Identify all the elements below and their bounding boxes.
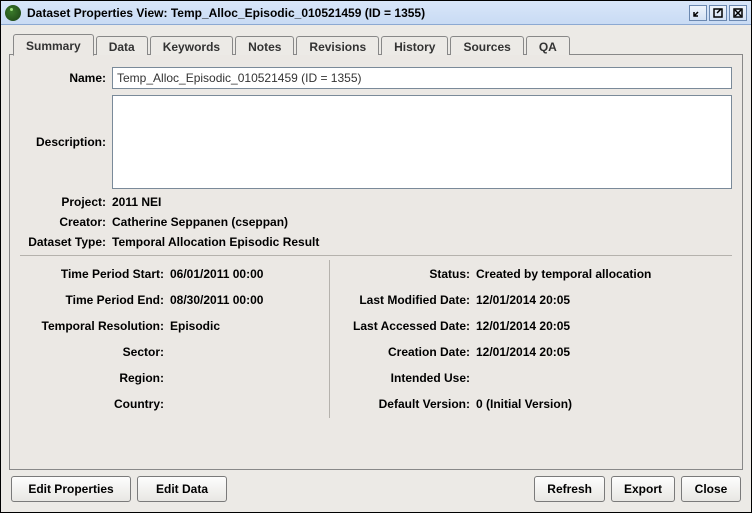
intended-use-label: Intended Use: xyxy=(336,371,476,385)
status-value: Created by temporal allocation xyxy=(476,267,732,281)
tab-revisions[interactable]: Revisions xyxy=(296,36,379,55)
content-area: Summary Data Keywords Notes Revisions Hi… xyxy=(1,25,751,512)
dataset-type-label: Dataset Type: xyxy=(20,235,112,249)
status-label: Status: xyxy=(336,267,476,281)
creation-date-label: Creation Date: xyxy=(336,345,476,359)
last-modified-label: Last Modified Date: xyxy=(336,293,476,307)
close-button[interactable]: Close xyxy=(681,476,741,502)
export-button[interactable]: Export xyxy=(611,476,675,502)
close-icon[interactable] xyxy=(729,5,747,21)
sector-label: Sector: xyxy=(20,345,170,359)
detail-grid: Time Period Start:06/01/2011 00:00 Time … xyxy=(20,260,732,418)
divider xyxy=(20,255,732,256)
description-input[interactable] xyxy=(112,95,732,189)
tab-qa[interactable]: QA xyxy=(526,36,570,55)
app-icon xyxy=(5,5,21,21)
tab-history[interactable]: History xyxy=(381,36,448,55)
name-input[interactable] xyxy=(112,67,732,89)
temporal-res-label: Temporal Resolution: xyxy=(20,319,170,333)
maximize-icon[interactable] xyxy=(709,5,727,21)
time-end-label: Time Period End: xyxy=(20,293,170,307)
default-version-value: 0 (Initial Version) xyxy=(476,397,732,411)
detail-col-left: Time Period Start:06/01/2011 00:00 Time … xyxy=(20,260,330,418)
tab-summary[interactable]: Summary xyxy=(13,34,94,56)
time-start-value: 06/01/2011 00:00 xyxy=(170,267,323,281)
tab-data[interactable]: Data xyxy=(96,36,148,55)
project-label: Project: xyxy=(20,195,112,209)
creator-value: Catherine Seppanen (cseppan) xyxy=(112,215,732,229)
tab-notes[interactable]: Notes xyxy=(235,36,294,55)
dataset-type-value: Temporal Allocation Episodic Result xyxy=(112,235,732,249)
button-bar: Edit Properties Edit Data Refresh Export… xyxy=(9,470,743,504)
tab-sources[interactable]: Sources xyxy=(450,36,523,55)
tabs: Summary Data Keywords Notes Revisions Hi… xyxy=(9,33,743,55)
tab-keywords[interactable]: Keywords xyxy=(150,36,233,55)
time-end-value: 08/30/2011 00:00 xyxy=(170,293,323,307)
region-label: Region: xyxy=(20,371,170,385)
name-label: Name: xyxy=(20,71,112,85)
window-title: Dataset Properties View: Temp_Alloc_Epis… xyxy=(27,6,689,20)
country-label: Country: xyxy=(20,397,170,411)
refresh-button[interactable]: Refresh xyxy=(534,476,605,502)
detail-col-right: Status:Created by temporal allocation La… xyxy=(330,260,732,418)
window-controls xyxy=(689,5,747,21)
last-accessed-label: Last Accessed Date: xyxy=(336,319,476,333)
creation-date-value: 12/01/2014 20:05 xyxy=(476,345,732,359)
summary-panel: Name: Description: Project: 2011 NEI Cre… xyxy=(9,54,743,470)
creator-label: Creator: xyxy=(20,215,112,229)
last-accessed-value: 12/01/2014 20:05 xyxy=(476,319,732,333)
edit-properties-button[interactable]: Edit Properties xyxy=(11,476,131,502)
edit-data-button[interactable]: Edit Data xyxy=(137,476,227,502)
time-start-label: Time Period Start: xyxy=(20,267,170,281)
temporal-res-value: Episodic xyxy=(170,319,323,333)
description-label: Description: xyxy=(20,135,112,149)
titlebar: Dataset Properties View: Temp_Alloc_Epis… xyxy=(1,1,751,25)
project-value: 2011 NEI xyxy=(112,195,732,209)
default-version-label: Default Version: xyxy=(336,397,476,411)
last-modified-value: 12/01/2014 20:05 xyxy=(476,293,732,307)
minimize-icon[interactable] xyxy=(689,5,707,21)
